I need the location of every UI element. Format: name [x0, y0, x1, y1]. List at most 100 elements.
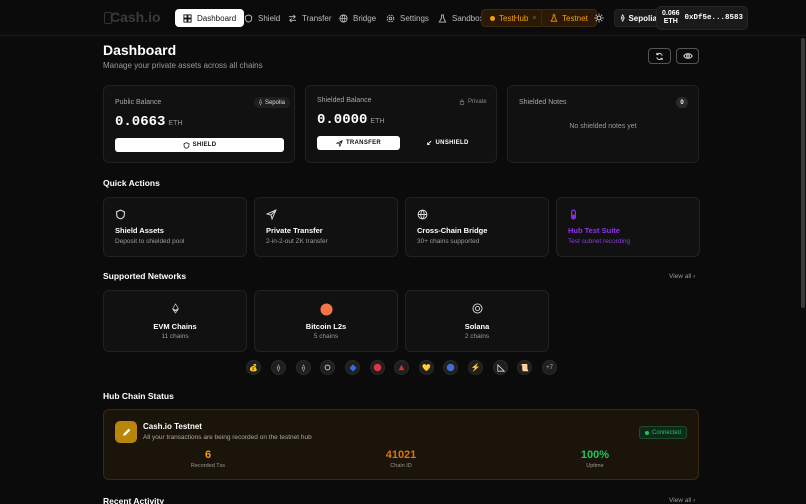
eye-icon — [682, 53, 693, 59]
view-all-label: View all — [669, 273, 692, 280]
network-count: 5 chains — [313, 333, 339, 340]
nav-bridge[interactable]: Bridge — [331, 9, 384, 27]
scrollbar-thumb[interactable] — [801, 38, 805, 308]
refresh-button[interactable] — [648, 48, 671, 64]
quick-action-subtitle: 30+ chains supported — [417, 238, 480, 245]
nav-label: Settings — [400, 13, 429, 23]
chain-icon-scroll[interactable]: 📜 — [517, 360, 532, 375]
chain-icon-bolt[interactable]: ⚡ — [468, 360, 483, 375]
network-chip: ⟠ Sepolia — [254, 97, 290, 108]
testhub-pill[interactable]: TestHub × — [481, 9, 546, 27]
quick-action-bridge[interactable]: Cross-Chain Bridge 30+ chains supported — [405, 197, 549, 257]
quick-action-title: Hub Test Suite — [568, 226, 620, 235]
brand-logo[interactable]: Cash.io — [110, 9, 161, 25]
stat-recorded-txs-label: Recorded Txs — [190, 463, 226, 469]
stat-uptime-value: 100% — [580, 449, 610, 461]
network-count: 2 chains — [464, 333, 490, 340]
hub-name: Cash.io Testnet — [143, 422, 202, 431]
shielded-notes-card: Shielded Notes 0 No shielded notes yet — [507, 85, 699, 163]
more-chains-badge[interactable]: +7 — [542, 360, 557, 375]
network-card-solana[interactable]: Solana 2 chains — [405, 290, 549, 352]
app-root: Cash.io Dashboard Shield Transfer Bridge… — [0, 0, 806, 504]
toggle-visibility-button[interactable] — [676, 48, 699, 64]
wallet-balance-unit: ETH — [663, 18, 678, 25]
quick-action-subtitle: Deposit to shielded pool — [115, 238, 185, 245]
chain-icon-ruler[interactable] — [493, 360, 508, 375]
flask-icon — [550, 14, 558, 22]
globe-icon — [417, 209, 428, 220]
stat-chain-id-value: 41021 — [385, 449, 417, 461]
gear-icon — [386, 14, 395, 22]
status-dot — [490, 15, 495, 21]
wallet-button[interactable]: 0.066 ETH 0xDf5e...8583 — [656, 6, 748, 30]
shield-icon — [244, 13, 253, 23]
shielded-balance-card: Shielded Balance Private 0.0000 ETH TRANS… — [305, 85, 497, 163]
chain-icon-triangle[interactable] — [394, 360, 409, 375]
connection-status-badge: Connected — [639, 426, 688, 439]
chain-icon-red[interactable] — [370, 360, 385, 375]
quick-action-shield[interactable]: Shield Assets Deposit to shielded pool — [103, 197, 247, 257]
empty-state-text: No shielded notes yet — [569, 123, 637, 130]
quick-action-title: Cross-Chain Bridge — [417, 226, 488, 235]
ethereum-icon — [104, 303, 246, 314]
public-balance-value: 0.0663 ETH — [115, 114, 182, 130]
network-card-bitcoin[interactable]: Bitcoin L2s 5 chains — [254, 290, 398, 352]
testhub-label: TestHub — [499, 13, 529, 23]
bitcoin-icon — [255, 303, 397, 316]
shield-button[interactable]: SHIELD — [115, 138, 284, 152]
quick-actions-heading: Quick Actions — [103, 178, 160, 188]
network-chip-label: Sepolia — [264, 99, 285, 106]
nav-dashboard[interactable]: Dashboard — [175, 9, 245, 27]
chain-icon-ethereum-alt[interactable]: ⟠ — [296, 360, 311, 375]
unshield-button[interactable]: ↙ UNSHIELD — [406, 136, 489, 150]
shield-button-label: SHIELD — [192, 142, 217, 148]
arrows-icon — [288, 14, 297, 22]
globe-icon — [339, 13, 348, 23]
quick-action-transfer[interactable]: Private Transfer 2-in-2-out ZK transfer — [254, 197, 398, 257]
chain-icon-ring[interactable] — [320, 360, 335, 375]
theme-toggle-button[interactable] — [590, 9, 608, 27]
nav-settings[interactable]: Settings — [378, 9, 437, 27]
send-icon — [335, 139, 343, 147]
test-tube-icon — [571, 209, 576, 220]
nav-label: Bridge — [353, 13, 377, 23]
private-chip: Private — [454, 96, 492, 107]
notes-count-badge: 0 — [676, 97, 688, 108]
chain-icon-bag[interactable]: 💰 — [246, 360, 261, 375]
shielded-balance-label: Shielded Balance — [317, 97, 372, 104]
nav-label: Transfer — [302, 13, 332, 23]
pencil-icon — [115, 421, 137, 443]
hub-status-heading: Hub Chain Status — [103, 391, 174, 401]
view-all-activity-link[interactable]: View all › — [669, 497, 695, 504]
supported-networks-heading: Supported Networks — [103, 271, 187, 281]
testnet-pill[interactable]: Testnet — [541, 9, 597, 27]
chain-icon-ethereum[interactable]: ⟠ — [271, 360, 286, 375]
chain-icon-heart[interactable]: 💛 — [419, 360, 434, 375]
grid-icon — [183, 13, 192, 23]
view-all-label: View all — [669, 497, 692, 504]
hub-description: All your transactions are being recorded… — [143, 434, 312, 441]
chain-icon-diamond[interactable] — [345, 360, 360, 375]
quick-action-hub-test[interactable]: Hub Test Suite Test subnet recording — [556, 197, 700, 257]
shielded-notes-label: Shielded Notes — [519, 99, 567, 106]
stat-uptime-label: Uptime — [586, 463, 604, 469]
close-icon[interactable]: × — [532, 15, 536, 22]
view-all-networks-link[interactable]: View all › — [669, 273, 695, 280]
transfer-button[interactable]: TRANSFER — [317, 136, 400, 150]
network-card-evm[interactable]: EVM Chains 11 chains — [103, 290, 247, 352]
quick-action-title: Private Transfer — [266, 226, 323, 235]
page-title: Dashboard — [103, 42, 177, 58]
wallet-address: 0xDf5e...8583 — [684, 14, 744, 22]
public-balance-unit: ETH — [168, 120, 183, 127]
wallet-balance: 0.066 ETH — [662, 10, 680, 26]
recent-activity-heading: Recent Activity — [103, 496, 165, 504]
ethereum-icon: ⟠ — [621, 15, 625, 22]
stat-recorded-txs-value: 6 — [204, 449, 212, 461]
nav-label: Sandbox — [452, 13, 484, 23]
network-count: 11 chains — [161, 333, 189, 340]
network-name: EVM Chains — [153, 322, 197, 331]
sun-icon — [594, 13, 604, 23]
chain-icon-blue[interactable] — [443, 360, 458, 375]
quick-action-subtitle: 2-in-2-out ZK transfer — [266, 238, 328, 245]
nav-label: Shield — [258, 13, 281, 23]
